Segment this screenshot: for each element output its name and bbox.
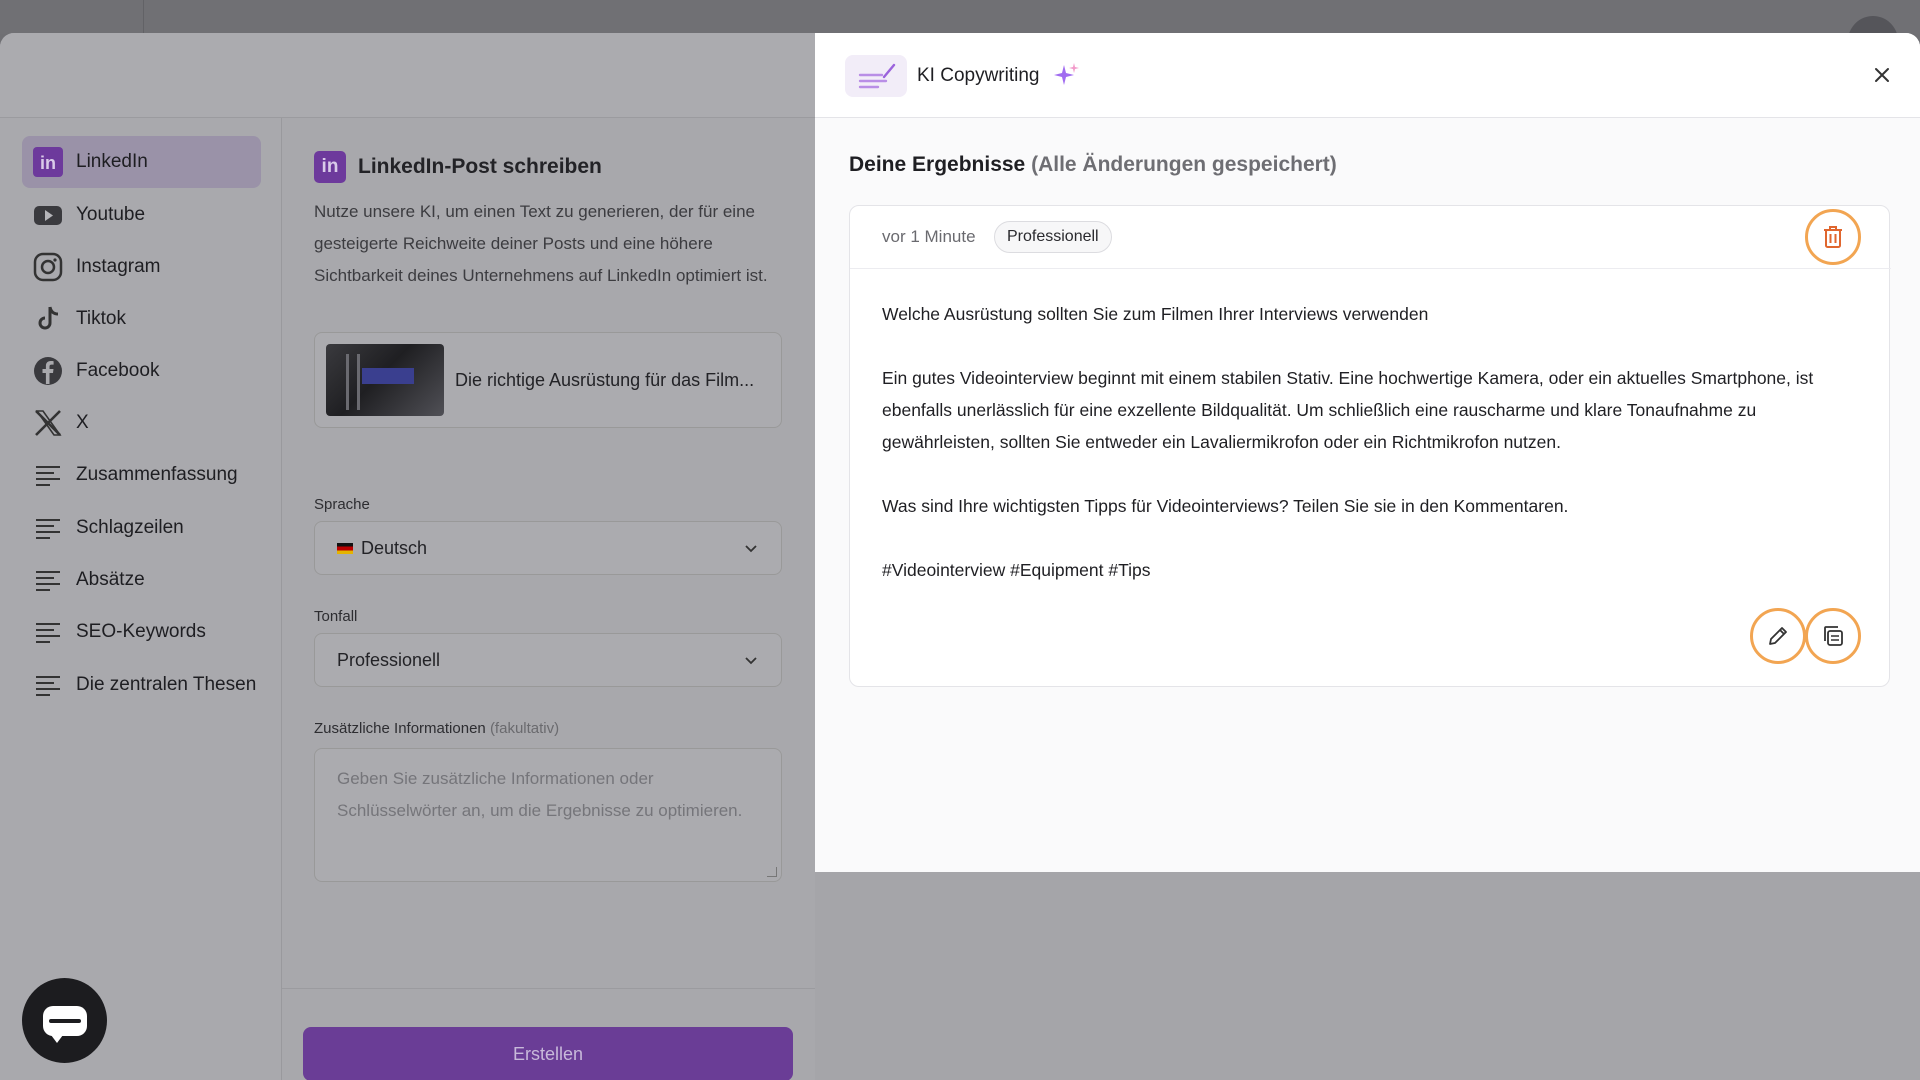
text-lines-icon	[32, 669, 64, 701]
sidebar-item-label: Youtube	[76, 204, 146, 225]
background-topbar	[0, 0, 1920, 66]
thumbnail-label	[362, 368, 414, 384]
instagram-icon	[32, 251, 64, 283]
video-thumbnail	[326, 344, 444, 416]
form-title-text: LinkedIn-Post schreiben	[358, 155, 602, 178]
optional-hint: (fakultativ)	[489, 720, 560, 737]
copy-button[interactable]	[1805, 608, 1861, 664]
panel-bottom-overlay	[815, 872, 1920, 1080]
sidebar-item-label: Tiktok	[76, 308, 126, 329]
chat-launcher-button[interactable]	[22, 978, 107, 1063]
text-lines-icon	[32, 512, 64, 544]
extra-info-label: Zusätzliche Informationen (fakultativ)	[314, 720, 559, 737]
extra-info-label-text: Zusätzliche Informationen	[314, 720, 486, 737]
extra-info-placeholder: Geben Sie zusätzliche Informationen oder…	[337, 769, 743, 820]
video-card[interactable]: Die richtige Ausrüstung für das Film...	[314, 332, 782, 428]
sidebar-item-label: Absätze	[76, 569, 145, 590]
sidebar-item-x[interactable]: X	[22, 397, 261, 449]
tiktok-icon	[32, 303, 64, 335]
x-icon	[32, 407, 64, 439]
result-paragraph: Ein gutes Videointerview beginnt mit ein…	[882, 368, 1814, 452]
sidebar-item-seo-keywords[interactable]: SEO-Keywords	[22, 606, 261, 658]
save-status: (Alle Änderungen gespeichert)	[1031, 153, 1337, 176]
sidebar-item-label: Zusammenfassung	[76, 464, 238, 485]
chevron-down-icon	[745, 657, 757, 665]
sidebar-item-label: Die zentralen Thesen	[76, 674, 257, 695]
facebook-icon	[32, 355, 64, 387]
text-lines-icon	[32, 459, 64, 491]
panel-title: KI Copywriting	[917, 65, 1040, 86]
background-divider	[143, 0, 144, 34]
result-hashtags: #Videointerview #Equipment #Tips	[882, 560, 1151, 580]
sidebar-item-zusammenfassung[interactable]: Zusammenfassung	[22, 449, 261, 501]
form-title: in LinkedIn-Post schreiben	[314, 151, 602, 183]
sidebar-item-absaetze[interactable]: Absätze	[22, 554, 261, 606]
tone-badge: Professionell	[994, 221, 1112, 253]
create-button[interactable]: Erstellen	[303, 1027, 793, 1080]
video-title: Die richtige Ausrüstung für das Film...	[455, 369, 755, 390]
tool-sidebar: in LinkedIn Youtube Instagram Tiktok Fac…	[0, 118, 282, 1080]
sidebar-item-schlagzeilen[interactable]: Schlagzeilen	[22, 502, 261, 554]
chevron-down-icon	[745, 545, 757, 553]
linkedin-icon: in	[32, 146, 64, 178]
text-lines-icon	[32, 564, 64, 596]
result-timestamp: vor 1 Minute	[882, 227, 976, 246]
result-card: vor 1 Minute Professionell Welche Ausrüs…	[849, 205, 1891, 687]
language-value: Deutsch	[361, 537, 428, 558]
sidebar-item-zentrale-thesen[interactable]: Die zentralen Thesen	[22, 659, 261, 711]
sidebar-item-label: LinkedIn	[76, 151, 148, 172]
results-title-text: Deine Ergebnisse	[849, 153, 1026, 176]
form-footer: Erstellen	[282, 988, 815, 1080]
form-description: Nutze unsere KI, um einen Text zu generi…	[314, 202, 768, 285]
result-card-header: vor 1 Minute Professionell	[850, 206, 1891, 269]
sidebar-item-label: Schlagzeilen	[76, 517, 184, 538]
results-title: Deine Ergebnisse (Alle Änderungen gespei…	[849, 153, 1337, 177]
tone-label: Tonfall	[314, 608, 358, 625]
sidebar-item-linkedin[interactable]: in LinkedIn	[22, 136, 261, 188]
pencil-icon	[1769, 627, 1787, 645]
panel-header: KI Copywriting	[815, 33, 1920, 118]
youtube-icon	[32, 199, 64, 231]
result-text[interactable]: Welche Ausrüstung sollten Sie zum Filmen…	[882, 298, 1862, 618]
svg-text:in: in	[40, 153, 56, 173]
sidebar-item-label: SEO-Keywords	[76, 621, 206, 642]
linkedin-icon: in	[314, 151, 346, 183]
germany-flag-icon	[337, 542, 353, 554]
tripod-graphic	[346, 354, 360, 410]
copy-icon	[1824, 626, 1843, 646]
sparkle-icon	[1054, 63, 1079, 85]
close-icon[interactable]	[1872, 65, 1892, 85]
result-paragraph: Was sind Ihre wichtigsten Tipps für Vide…	[882, 496, 1569, 516]
sidebar-item-label: Facebook	[76, 360, 160, 381]
text-lines-icon	[32, 616, 64, 648]
delete-button[interactable]	[1805, 209, 1861, 265]
copywriting-panel: KI Copywriting Deine Ergebnisse (Alle Än…	[815, 33, 1920, 872]
sidebar-item-facebook[interactable]: Facebook	[22, 345, 261, 397]
tone-value: Professionell	[337, 649, 441, 670]
edit-button[interactable]	[1750, 608, 1806, 664]
tool-modal-left: in LinkedIn Youtube Instagram Tiktok Fac…	[0, 33, 815, 1080]
modal-top-strip	[0, 33, 815, 118]
sidebar-item-label: Instagram	[76, 256, 161, 277]
copywriting-logo-icon	[845, 55, 907, 97]
post-form: in LinkedIn-Post schreiben Nutze unsere …	[282, 118, 815, 1080]
result-headline: Welche Ausrüstung sollten Sie zum Filmen…	[882, 304, 1429, 324]
sidebar-item-youtube[interactable]: Youtube	[22, 189, 261, 241]
language-label: Sprache	[314, 496, 370, 513]
extra-info-textarea[interactable]: Geben Sie zusätzliche Informationen oder…	[314, 748, 782, 882]
sidebar-item-instagram[interactable]: Instagram	[22, 241, 261, 293]
language-select[interactable]: Deutsch	[314, 521, 782, 575]
sidebar-item-label: X	[76, 412, 89, 433]
trash-icon	[1824, 226, 1842, 248]
tone-select[interactable]: Professionell	[314, 633, 782, 687]
sidebar-item-tiktok[interactable]: Tiktok	[22, 293, 261, 345]
chat-bubble-icon	[42, 1005, 87, 1043]
resize-handle[interactable]	[767, 867, 777, 877]
